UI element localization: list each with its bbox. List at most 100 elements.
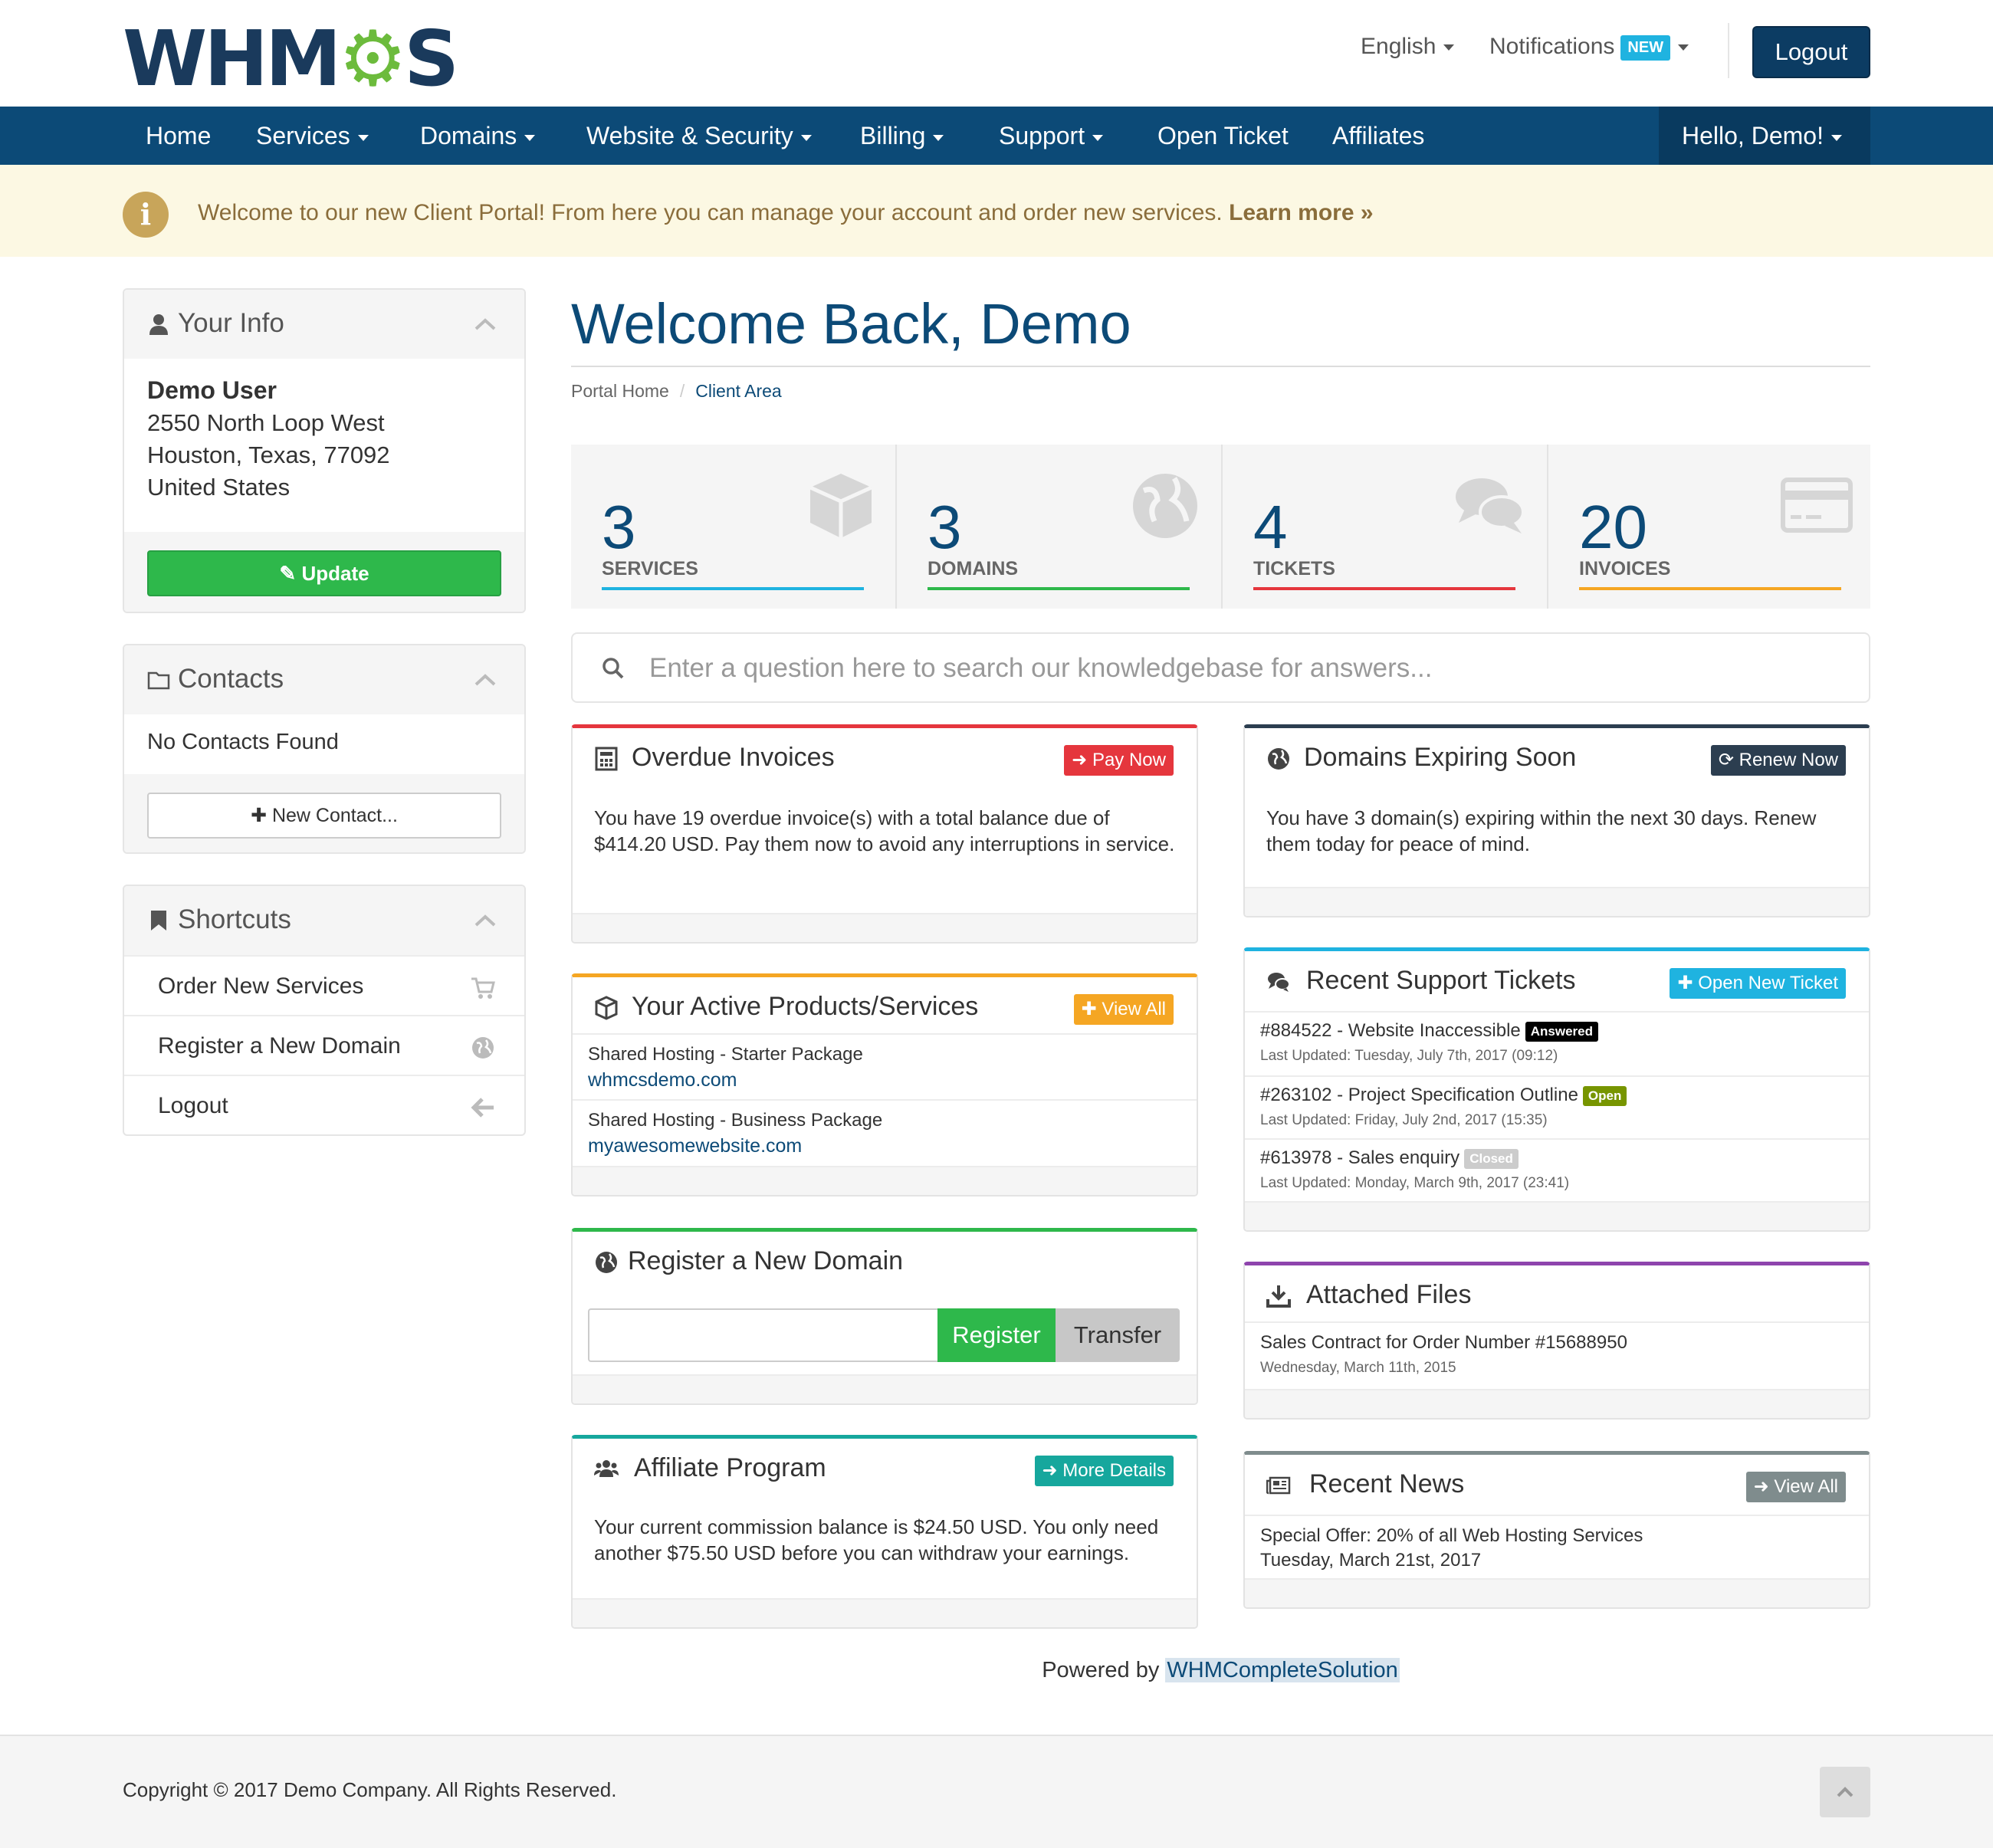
nav-billing[interactable]: Billing [860, 107, 944, 165]
card-title: Register a New Domain [628, 1246, 904, 1275]
card-header: Register a New Domain [573, 1232, 1197, 1289]
globe-icon [1268, 748, 1289, 770]
stat-tickets[interactable]: 4 TICKETS [1223, 445, 1547, 609]
nav-open-ticket[interactable]: Open Ticket [1157, 107, 1289, 165]
stats-tiles: 3 SERVICES 3 DOMAINS 4 TICKETS 20 INVOIC… [571, 445, 1870, 609]
globe-icon [472, 1037, 494, 1059]
search-icon [602, 658, 624, 679]
caret-down-icon [1092, 134, 1104, 141]
download-icon [1266, 1285, 1291, 1308]
cube-icon [595, 996, 618, 1020]
nav-support[interactable]: Support [999, 107, 1104, 165]
nav-website-security[interactable]: Website & Security [586, 107, 812, 165]
stat-domains[interactable]: 3 DOMAINS [897, 445, 1221, 609]
breadcrumb: Portal Home / Client Area [571, 381, 782, 401]
caret-down-icon [1443, 44, 1455, 51]
search-input[interactable] [649, 648, 1845, 689]
transfer-button[interactable]: Transfer [1056, 1308, 1180, 1362]
contacts-panel: Contacts No Contacts Found ✚ New Contact… [123, 644, 526, 854]
view-all-services-button[interactable]: ✚ View All [1073, 994, 1174, 1025]
contacts-header[interactable]: Contacts [124, 645, 524, 714]
list-item[interactable]: #263102 - Project Specification Outline O… [1245, 1075, 1869, 1138]
shortcuts-header[interactable]: Shortcuts [124, 886, 524, 955]
nav-affiliates[interactable]: Affiliates [1332, 107, 1424, 165]
list-item[interactable]: Sales Contract for Order Number #1568895… [1245, 1323, 1869, 1387]
view-all-news-button[interactable]: ➜ View All [1745, 1472, 1846, 1502]
service-domain-link[interactable]: whmcsdemo.com [588, 1069, 737, 1091]
ticket-subject: #884522 - Website Inaccessible [1260, 1020, 1521, 1041]
shortcut-order-new-services[interactable]: Order New Services [124, 955, 524, 1015]
nav-user-menu[interactable]: Hello, Demo! [1659, 107, 1870, 165]
nav-domains[interactable]: Domains [420, 107, 536, 165]
list-item[interactable]: Shared Hosting - Business Package myawes… [573, 1099, 1197, 1164]
your-info-header[interactable]: Your Info [124, 290, 524, 359]
calculator-icon [595, 747, 618, 771]
back-to-top-button[interactable] [1820, 1767, 1870, 1817]
list-item[interactable]: #613978 - Sales enquiry Closed Last Updat… [1245, 1138, 1869, 1201]
chevron-up-icon[interactable] [474, 673, 497, 687]
domains-expiring-text: You have 3 domain(s) expiring within the… [1266, 806, 1817, 855]
chevron-up-icon[interactable] [474, 317, 497, 331]
card-title: Recent News [1309, 1469, 1465, 1498]
pay-now-button[interactable]: ➜ Pay Now [1064, 745, 1174, 776]
logout-button[interactable]: Logout [1752, 26, 1870, 78]
card-footer [573, 1374, 1197, 1403]
affiliate-text: Your current commission balance is $24.5… [594, 1515, 1159, 1564]
breadcrumb-portal-home[interactable]: Portal Home [571, 381, 669, 401]
folder-icon [147, 671, 170, 690]
card-title: Domains Expiring Soon [1304, 743, 1577, 772]
card-footer [573, 1166, 1197, 1195]
ticket-subject: #613978 - Sales enquiry [1260, 1147, 1460, 1168]
card-footer [1245, 1578, 1869, 1607]
new-contact-button[interactable]: ✚ New Contact... [147, 793, 501, 839]
user-icon [149, 314, 168, 335]
nav-services[interactable]: Services [256, 107, 369, 165]
renew-now-button[interactable]: ⟳ Renew Now [1710, 745, 1846, 776]
footer: Copyright © 2017 Demo Company. All Right… [0, 1735, 1993, 1848]
logo[interactable]: WHM⚙S [123, 14, 459, 103]
list-item[interactable]: Special Offer: 20% of all Web Hosting Se… [1245, 1516, 1869, 1582]
language-label: English [1361, 34, 1436, 59]
shortcut-logout[interactable]: Logout [124, 1075, 524, 1134]
shortcuts-panel: Shortcuts Order New Services Register a … [123, 885, 526, 1136]
globe-icon [1133, 474, 1197, 538]
register-button[interactable]: Register [937, 1308, 1056, 1362]
stat-services[interactable]: 3 SERVICES [571, 445, 895, 609]
card-title: Overdue Invoices [632, 743, 835, 772]
language-dropdown[interactable]: English [1361, 34, 1455, 60]
your-info-panel: Your Info Demo User 2550 North Loop West… [123, 288, 526, 613]
active-products-card: Your Active Products/Services ✚ View All… [571, 973, 1198, 1196]
list-item[interactable]: #884522 - Website Inaccessible Answered L… [1245, 1013, 1869, 1075]
card-footer [1245, 1201, 1869, 1230]
notifications-dropdown[interactable]: Notifications NEW [1489, 34, 1689, 61]
whmcs-link[interactable]: WHMCompleteSolution [1165, 1658, 1400, 1682]
open-new-ticket-button[interactable]: ✚ Open New Ticket [1670, 968, 1846, 999]
ticket-updated: Last Updated: Monday, March 9th, 2017 (2… [1260, 1175, 1570, 1191]
stat-invoices[interactable]: 20 INVOICES [1548, 445, 1873, 609]
learn-more-link[interactable]: Learn more » [1229, 200, 1373, 225]
list-item[interactable]: Shared Hosting - Starter Package whmcsde… [573, 1035, 1197, 1099]
ticket-subject: #263102 - Project Specification Outline [1260, 1085, 1578, 1105]
service-domain-link[interactable]: myawesomewebsite.com [588, 1135, 802, 1157]
overdue-invoices-card: Overdue Invoices ➜ Pay Now You have 19 o… [571, 724, 1198, 944]
update-button[interactable]: ✎ Update [147, 550, 501, 596]
alert-message: Welcome to our new Client Portal! From h… [198, 200, 1374, 225]
more-details-button[interactable]: ➜ More Details [1034, 1456, 1174, 1486]
info-icon: i [123, 192, 169, 238]
address-line-1: 2550 North Loop West [147, 409, 385, 436]
chevron-up-icon[interactable] [474, 914, 497, 927]
shortcut-register-domain[interactable]: Register a New Domain [124, 1015, 524, 1075]
powered-by: Powered by WHMCompleteSolution [1042, 1658, 1400, 1682]
attached-files-card: Attached Files Sales Contract for Order … [1243, 1262, 1870, 1420]
card-header: Domains Expiring Soon ⟳ Renew Now [1245, 728, 1869, 786]
card-header: Overdue Invoices ➜ Pay Now [573, 728, 1197, 786]
title-divider [571, 366, 1870, 367]
card-title: Attached Files [1306, 1280, 1472, 1309]
domain-search-input[interactable] [588, 1308, 937, 1362]
ticket-updated: Last Updated: Tuesday, July 7th, 2017 (0… [1260, 1048, 1558, 1064]
shortcuts-title: Shortcuts [178, 904, 291, 934]
stat-underline [1579, 587, 1841, 590]
domains-expiring-card: Domains Expiring Soon ⟳ Renew Now You ha… [1243, 724, 1870, 917]
nav-home[interactable]: Home [146, 107, 211, 165]
user-name: Demo User [147, 376, 277, 404]
